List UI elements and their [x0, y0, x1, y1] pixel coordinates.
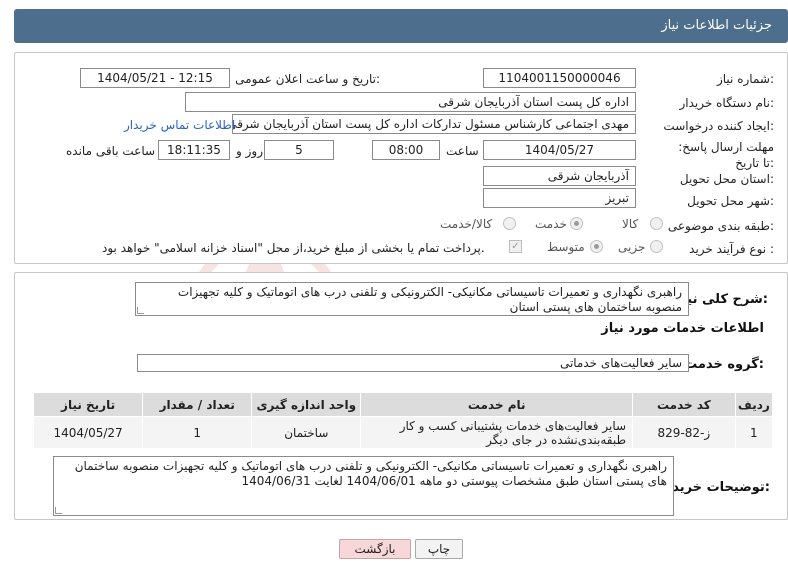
back-button[interactable]: بازگشت: [339, 539, 411, 559]
buyer-org-field[interactable]: اداره کل پست استان آذربایجان شرقی: [185, 92, 636, 112]
days-remaining-field[interactable]: 5: [264, 140, 334, 160]
need-number-field[interactable]: 1104001150000046: [483, 68, 636, 88]
col-row-number: ردیف: [734, 392, 774, 417]
category-radio-service[interactable]: [570, 217, 583, 230]
category-option-goods-service: کالا/خدمت: [440, 217, 493, 231]
requester-label: ایجاد کننده درخواست:: [663, 119, 774, 133]
announce-datetime-field[interactable]: 1404/05/21 - 12:15: [80, 68, 230, 88]
process-label: نوع فرآیند خرید :: [689, 242, 774, 256]
remaining-label: ساعت باقی مانده: [66, 144, 156, 158]
print-button[interactable]: چاپ: [415, 539, 463, 559]
process-option-minor: جزیی: [618, 240, 646, 254]
service-group-field[interactable]: سایر فعالیت‌های خدماتی: [137, 354, 689, 372]
table-row[interactable]: 1 ز-82-829 سایر فعالیت‌های خدمات پشتیبان…: [32, 416, 774, 449]
requester-field[interactable]: مهدی اجتماعی کارشناس مسئول تدارکات اداره…: [232, 114, 636, 134]
treasury-note: پرداخت تمام یا بخشی از مبلغ خرید،از محل …: [102, 241, 485, 255]
resize-grip-icon[interactable]: [55, 507, 62, 514]
services-section-title: اطلاعات خدمات مورد نیاز: [601, 321, 764, 336]
buyer-notes-text: راهبری نگهداری و تعمیرات تاسیساتی مکانیک…: [74, 459, 667, 488]
city-label: شهر محل تحویل:: [687, 194, 774, 208]
cell-quantity: 1: [142, 416, 253, 449]
deadline-label: مهلت ارسال پاسخ: تا تاریخ:: [678, 140, 774, 170]
cell-service-code: ز-82-829: [632, 416, 736, 449]
process-radio-minor[interactable]: [650, 240, 663, 253]
buyer-contact-link[interactable]: اطلاعات تماس خریدار: [124, 118, 235, 132]
services-table: ردیف کد خدمت نام خدمت واحد اندازه گیری ت…: [32, 392, 774, 449]
buyer-org-label: نام دستگاه خریدار:: [679, 96, 775, 110]
cell-unit: ساختمان: [251, 416, 362, 449]
deadline-time-field[interactable]: 08:00: [372, 140, 440, 160]
buyer-notes-label: توضیحات خریدار:: [660, 480, 770, 495]
col-service-name: نام خدمت: [360, 392, 634, 417]
col-service-code: کد خدمت: [632, 392, 736, 417]
col-need-date: تاریخ نیاز: [32, 392, 144, 417]
col-unit: واحد اندازه گیری: [251, 392, 362, 417]
remaining-time-field[interactable]: 18:11:35: [158, 140, 230, 160]
process-option-medium: متوسط: [547, 240, 585, 254]
deadline-date-field[interactable]: 1404/05/27: [483, 140, 636, 160]
process-radio-medium[interactable]: [590, 240, 603, 253]
cell-service-name: سایر فعالیت‌های خدمات پشتیبانی کسب و کار…: [360, 416, 634, 449]
page-header: جزئیات اطلاعات نیاز: [14, 9, 788, 43]
table-header-row: ردیف کد خدمت نام خدمت واحد اندازه گیری ت…: [32, 392, 774, 417]
col-quantity: تعداد / مقدار: [142, 392, 253, 417]
province-field[interactable]: آذربایجان شرقی: [483, 166, 636, 186]
summary-textarea[interactable]: راهبری نگهداری و تعمیرات تاسیساتی مکانیک…: [135, 282, 689, 316]
days-label: روز و: [236, 144, 263, 158]
buyer-notes-textarea[interactable]: راهبری نگهداری و تعمیرات تاسیساتی مکانیک…: [53, 456, 674, 516]
deadline-time-label: ساعت: [446, 144, 479, 158]
need-details-page: جزئیات اطلاعات نیاز AriaTender.neT شماره…: [0, 0, 788, 574]
page-title: جزئیات اطلاعات نیاز: [661, 18, 772, 33]
service-group-label: گروه خدمت:: [684, 357, 764, 372]
category-radio-goods[interactable]: [650, 217, 663, 230]
province-label: استان محل تحویل:: [679, 172, 774, 186]
cell-row-number: 1: [734, 416, 774, 449]
need-number-label: شماره نیاز:: [716, 72, 774, 86]
category-radio-goods-service[interactable]: [503, 217, 516, 230]
resize-grip-icon[interactable]: [137, 307, 144, 314]
category-option-service: خدمت: [535, 217, 567, 231]
announce-label: تاریخ و ساعت اعلان عمومی:: [235, 72, 380, 86]
category-label: طبقه بندی موضوعی:: [667, 219, 774, 233]
city-field[interactable]: تبریز: [483, 188, 636, 208]
cell-need-date: 1404/05/27: [32, 416, 144, 449]
summary-text: راهبری نگهداری و تعمیرات تاسیساتی مکانیک…: [177, 285, 682, 314]
category-option-goods: کالا: [622, 217, 639, 231]
treasury-checkbox[interactable]: ✓: [509, 240, 522, 253]
